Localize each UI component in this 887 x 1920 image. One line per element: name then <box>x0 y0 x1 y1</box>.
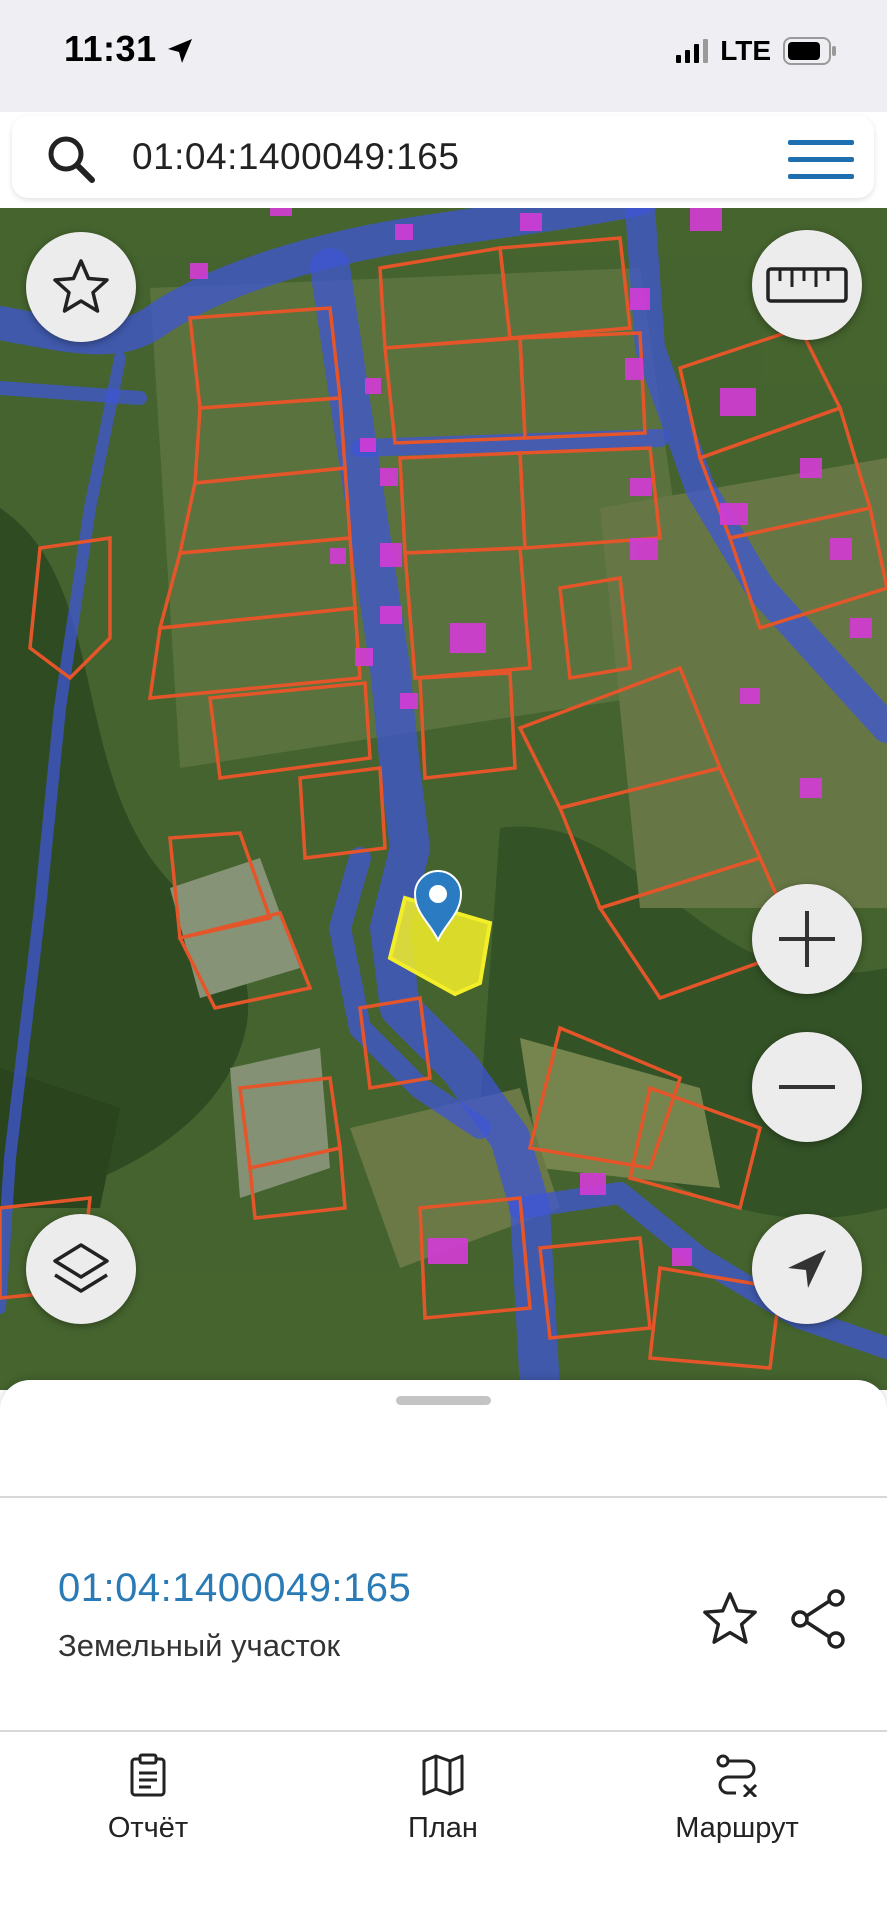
route-action[interactable]: Маршрут <box>647 1753 827 1845</box>
search-bar[interactable]: 01:04:1400049:165 <box>12 116 874 198</box>
parcel-cadastral-number[interactable]: 01:04:1400049:165 <box>58 1566 411 1611</box>
parcel-type-label: Земельный участок <box>58 1628 341 1663</box>
parcel-info-sheet: 01:04:1400049:165 Земельный участок Отчё… <box>0 1380 887 1920</box>
zoom-out-button[interactable] <box>752 1032 862 1142</box>
navigation-arrow-icon <box>788 1250 826 1288</box>
report-action[interactable]: Отчёт <box>58 1753 238 1845</box>
layers-button[interactable] <box>26 1214 136 1324</box>
my-location-button[interactable] <box>752 1214 862 1324</box>
favorite-star-icon[interactable] <box>700 1590 760 1648</box>
ruler-icon <box>766 267 848 303</box>
favorite-map-button[interactable] <box>26 232 136 342</box>
route-action-label: Маршрут <box>675 1812 799 1844</box>
plus-icon <box>779 911 835 967</box>
plan-action[interactable]: План <box>353 1753 533 1845</box>
report-action-label: Отчёт <box>107 1812 189 1844</box>
status-time: 11:31 <box>64 28 157 69</box>
status-bar: 11:31 LTE <box>0 0 887 112</box>
map-icon <box>422 1754 464 1796</box>
clipboard-icon <box>130 1753 166 1797</box>
ruler-button[interactable] <box>752 230 862 340</box>
search-input[interactable]: 01:04:1400049:165 <box>132 136 459 178</box>
signal-icon <box>676 39 709 63</box>
search-icon[interactable] <box>44 132 98 186</box>
share-icon[interactable] <box>790 1588 848 1650</box>
zoom-in-button[interactable] <box>752 884 862 994</box>
plan-action-label: План <box>408 1812 478 1844</box>
satellite-map[interactable] <box>0 208 887 1390</box>
network-type: LTE <box>720 35 771 66</box>
status-indicators: LTE <box>676 34 837 68</box>
sheet-drag-handle[interactable] <box>396 1396 491 1405</box>
battery-icon <box>783 37 836 65</box>
star-icon <box>53 259 109 313</box>
minus-icon <box>779 1085 835 1089</box>
location-arrow-icon <box>168 39 192 63</box>
divider <box>0 1730 887 1732</box>
menu-icon[interactable] <box>788 138 854 182</box>
layers-icon <box>53 1243 109 1293</box>
map-view[interactable] <box>0 208 887 1390</box>
divider <box>0 1496 887 1498</box>
route-icon <box>716 1754 758 1799</box>
